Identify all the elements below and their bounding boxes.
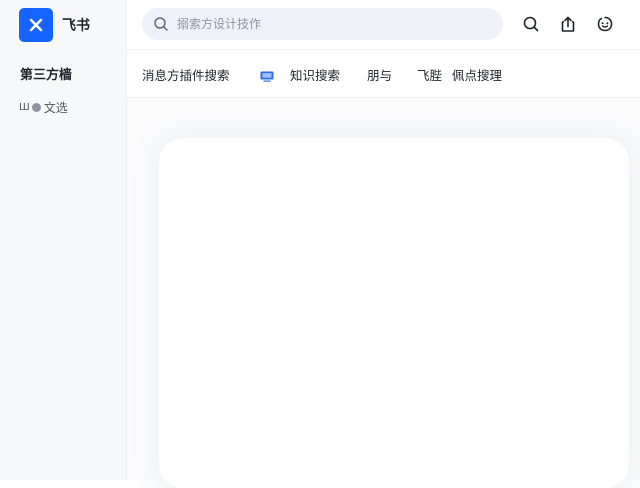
- app-logo-icon[interactable]: [19, 8, 53, 42]
- search-box[interactable]: [142, 8, 503, 40]
- assistant-icon[interactable]: [594, 13, 616, 35]
- sidebar-title: 第三方樯: [20, 68, 73, 83]
- tab-knowledge-search[interactable]: 知识搜索: [290, 65, 340, 84]
- sidebar: 飞书 第三方樯 Ш 文选: [0, 0, 127, 480]
- top-bar: [127, 0, 640, 50]
- status-dot-icon: [31, 103, 41, 112]
- tab-friends[interactable]: 朋与: [367, 65, 392, 84]
- sidebar-item-prefix: Ш: [19, 102, 30, 113]
- content-card: [159, 138, 629, 488]
- brand[interactable]: 飞书: [19, 8, 90, 42]
- tab-points[interactable]: 佩点搜理: [452, 65, 502, 84]
- sidebar-item-docs[interactable]: Ш 文选: [19, 99, 68, 116]
- main-content: [127, 98, 640, 488]
- search-icon: [153, 16, 169, 32]
- search-input[interactable]: [175, 16, 479, 32]
- app-name: 飞书: [62, 18, 90, 34]
- tab-plugin-search[interactable]: 消息方插件搜索: [142, 65, 230, 84]
- search-icon[interactable]: [520, 13, 542, 35]
- tab-bar: 消息方插件搜索 知识搜索 朋与 飞䏶 佩点搜理: [127, 50, 640, 98]
- tab-feishu[interactable]: 飞䏶: [417, 65, 442, 84]
- monitor-icon: [260, 67, 274, 82]
- share-icon[interactable]: [557, 13, 579, 35]
- sidebar-item-label: 文选: [43, 101, 68, 115]
